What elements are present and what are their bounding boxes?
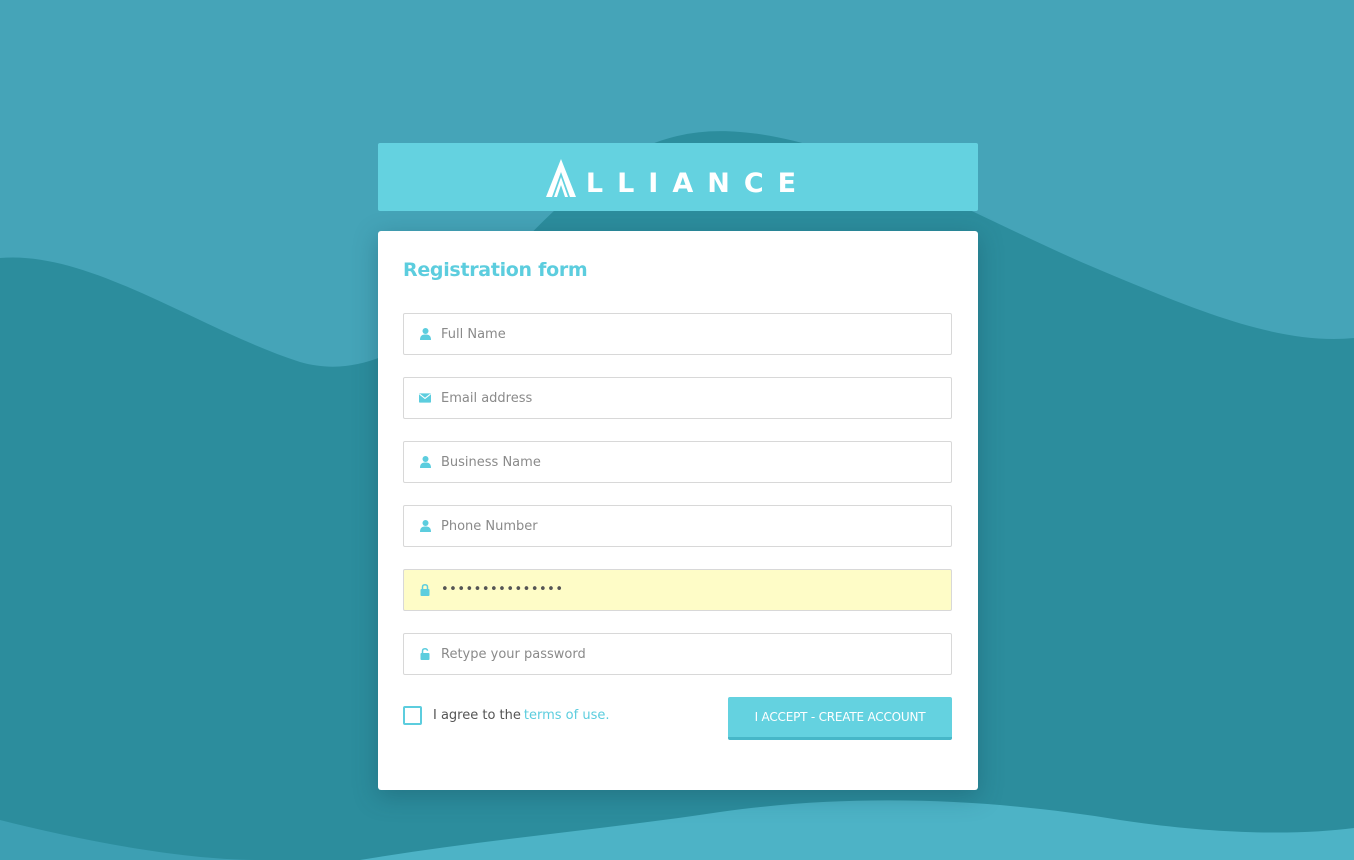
brand-name: LLIANCE (585, 168, 811, 199)
full-name-input[interactable] (441, 315, 951, 353)
terms-of-use-link[interactable]: terms of use. (524, 708, 610, 723)
terms-agreement: I agree to the terms of use. (403, 706, 609, 725)
lock-icon (419, 584, 431, 596)
agree-label: I agree to the (433, 708, 521, 723)
phone-number-input[interactable] (441, 507, 951, 545)
user-icon (419, 520, 431, 532)
brand-logo: LLIANCE (545, 157, 811, 199)
create-account-button[interactable]: I ACCEPT - CREATE ACCOUNT (728, 697, 952, 740)
terms-checkbox[interactable] (403, 706, 422, 725)
business-name-input[interactable] (441, 443, 951, 481)
user-icon (419, 456, 431, 468)
full-name-field[interactable] (403, 313, 952, 355)
business-name-field[interactable] (403, 441, 952, 483)
email-input[interactable] (441, 379, 951, 417)
logo-mark-icon (545, 159, 576, 197)
email-field[interactable] (403, 377, 952, 419)
form-title: Registration form (403, 259, 588, 281)
user-icon (419, 328, 431, 340)
brand-header: LLIANCE (378, 143, 978, 211)
password-field[interactable]: ••••••••••••••• (403, 569, 952, 611)
phone-number-field[interactable] (403, 505, 952, 547)
retype-password-input[interactable] (441, 635, 951, 673)
envelope-icon (419, 392, 431, 404)
unlock-icon (419, 648, 431, 660)
registration-card: Registration form ••••••••••••••• (378, 231, 978, 790)
retype-password-field[interactable] (403, 633, 952, 675)
password-input[interactable]: ••••••••••••••• (441, 571, 951, 609)
